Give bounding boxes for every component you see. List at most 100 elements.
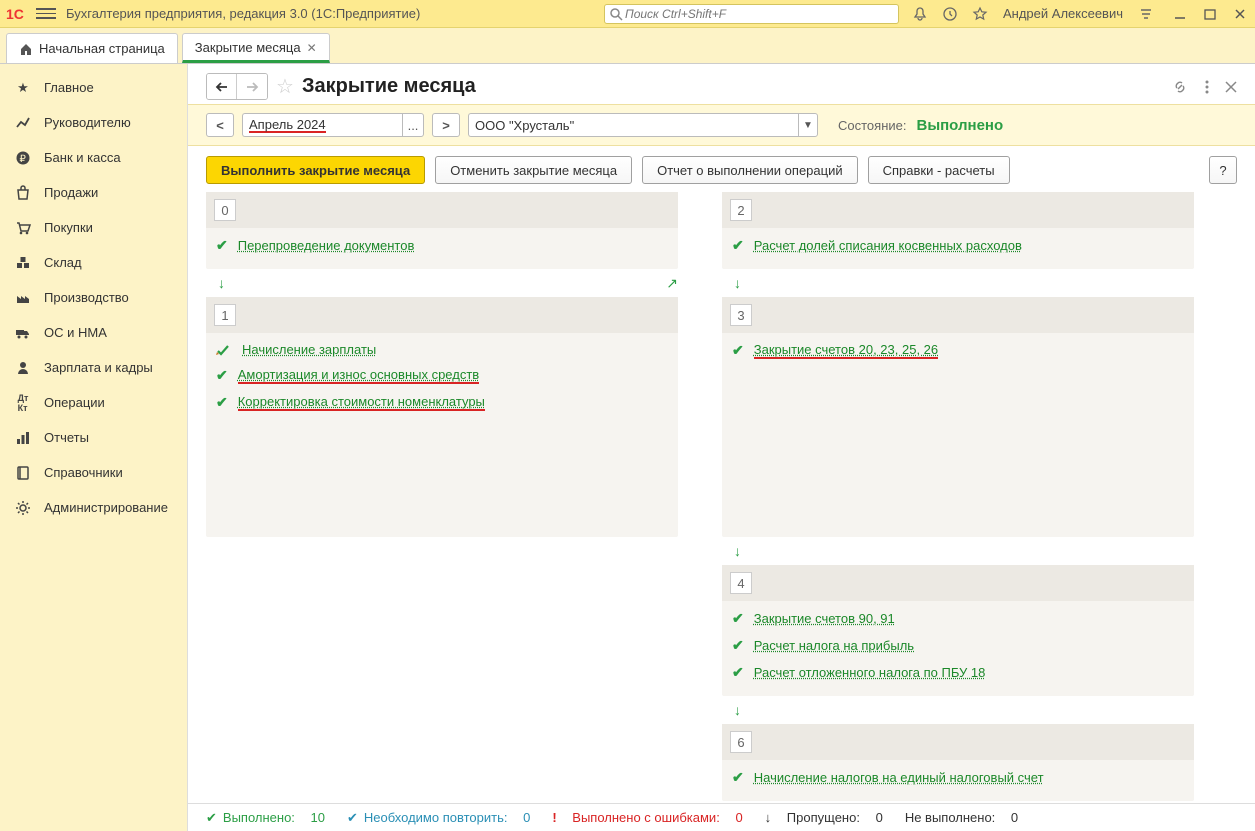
sidebar-item-main[interactable]: ★ Главное (0, 70, 187, 105)
sidebar-item-label: Отчеты (44, 430, 89, 445)
operation-link[interactable]: Расчет долей списания косвенных расходов (754, 238, 1022, 253)
check-icon: ✔ (732, 637, 744, 654)
sidebar-item-label: Зарплата и кадры (44, 360, 153, 375)
bag-icon (14, 184, 32, 202)
stage-column-left: 0 ✔Перепроведение документов ↓ ↗ 1 Начис (206, 192, 678, 801)
execute-button[interactable]: Выполнить закрытие месяца (206, 156, 425, 184)
operation-link[interactable]: Амортизация и износ основных средств (238, 367, 479, 384)
page-title: Закрытие месяца (302, 75, 476, 98)
tab-month-close[interactable]: Закрытие месяца ✕ (182, 33, 330, 63)
stage-1: 1 Начисление зарплаты ✔Амортизация и изн… (206, 297, 678, 537)
period-select-button[interactable]: ... (402, 113, 424, 137)
cart-icon (14, 219, 32, 237)
dk-icon: ДтКт (14, 394, 32, 412)
tab-close-icon[interactable]: ✕ (307, 41, 317, 55)
settings-menu-icon[interactable] (1137, 5, 1155, 23)
sidebar-item-production[interactable]: Производство (0, 280, 187, 315)
search-input[interactable] (623, 6, 894, 22)
sidebar-item-admin[interactable]: Администрирование (0, 490, 187, 525)
operation-link[interactable]: Перепроведение документов (238, 238, 415, 253)
report-button[interactable]: Отчет о выполнении операций (642, 156, 858, 184)
app-title: Бухгалтерия предприятия, редакция 3.0 (1… (66, 6, 420, 21)
organization-field[interactable]: ООО "Хрусталь" ▼ (468, 113, 818, 137)
title-bar: 1С Бухгалтерия предприятия, редакция 3.0… (0, 0, 1255, 28)
hamburger-icon[interactable] (36, 4, 56, 24)
sidebar-item-label: Операции (44, 395, 105, 410)
sidebar-item-sales[interactable]: Продажи (0, 175, 187, 210)
check-icon: ✔ (206, 810, 217, 826)
nav-forward-button[interactable] (237, 74, 267, 99)
sidebar-item-manager[interactable]: Руководителю (0, 105, 187, 140)
close-icon[interactable] (1231, 5, 1249, 23)
link-icon[interactable] (1171, 78, 1189, 96)
nav-back-button[interactable] (207, 74, 237, 99)
sidebar-item-hr[interactable]: Зарплата и кадры (0, 350, 187, 385)
nav-buttons (206, 73, 268, 100)
tab-label: Закрытие месяца (195, 40, 301, 55)
period-next-button[interactable]: > (432, 113, 460, 137)
sidebar-item-label: ОС и НМА (44, 325, 107, 340)
sidebar-item-reports[interactable]: Отчеты (0, 420, 187, 455)
page-header: ☆ Закрытие месяца (188, 64, 1255, 104)
favorite-star-icon[interactable]: ☆ (276, 74, 294, 99)
operation-link[interactable]: Начисление налогов на единый налоговый с… (754, 770, 1044, 785)
organization-dropdown-button[interactable]: ▼ (798, 113, 818, 137)
svg-text:1С: 1С (6, 6, 24, 22)
stage-0: 0 ✔Перепроведение документов (206, 192, 678, 269)
sidebar-item-label: Продажи (44, 185, 98, 200)
organization-value: ООО "Хрусталь" (475, 118, 574, 133)
sidebar-item-warehouse[interactable]: Склад (0, 245, 187, 280)
svg-text:₽: ₽ (20, 154, 27, 165)
history-icon[interactable] (941, 5, 959, 23)
help-button[interactable]: ? (1209, 156, 1237, 184)
sidebar-item-assets[interactable]: ОС и НМА (0, 315, 187, 350)
tab-home[interactable]: Начальная страница (6, 33, 178, 63)
star-icon[interactable] (971, 5, 989, 23)
status-not-done: Не выполнено: 0 (905, 810, 1018, 825)
operation-link[interactable]: Корректировка стоимости номенклатуры (238, 394, 485, 411)
status-errors: ! Выполнено с ошибками: 0 (552, 810, 742, 825)
cancel-button[interactable]: Отменить закрытие месяца (435, 156, 632, 184)
username[interactable]: Андрей Алексеевич (1003, 6, 1123, 21)
stage-number: 6 (730, 731, 752, 753)
sidebar-item-operations[interactable]: ДтКт Операции (0, 385, 187, 420)
content: ☆ Закрытие месяца < Апрель 2024 ... > ОО… (188, 64, 1255, 831)
check-icon: ✔ (732, 769, 744, 786)
sidebar-item-bank[interactable]: ₽ Банк и касса (0, 140, 187, 175)
sidebar-item-catalogs[interactable]: Справочники (0, 455, 187, 490)
operation-link[interactable]: Расчет отложенного налога по ПБУ 18 (754, 665, 986, 680)
operation-link[interactable]: Закрытие счетов 90, 91 (754, 611, 895, 626)
star-icon: ★ (14, 79, 32, 97)
operation-link[interactable]: Начисление зарплаты (242, 342, 376, 357)
check-icon: ✔ (216, 367, 228, 384)
close-page-icon[interactable] (1225, 81, 1237, 93)
sidebar-item-label: Производство (44, 290, 129, 305)
sidebar-item-label: Банк и касса (44, 150, 121, 165)
operation-link[interactable]: Закрытие счетов 20, 23, 25, 26 (754, 342, 938, 359)
arrow-down-icon: ↓ (722, 537, 1194, 565)
sidebar-item-label: Администрирование (44, 500, 168, 515)
check-icon: ✔ (347, 810, 358, 826)
app-logo-1c: 1С (6, 6, 28, 22)
ruble-icon: ₽ (14, 149, 32, 167)
minimize-icon[interactable] (1171, 5, 1189, 23)
global-search[interactable] (604, 4, 899, 24)
arrow-down-icon: ↓ (206, 269, 225, 297)
stage-6: 6 ✔ Начисление налогов на единый налоговы… (722, 724, 1194, 801)
toolbar: Выполнить закрытие месяца Отменить закры… (188, 146, 1255, 192)
operation-link[interactable]: Расчет налога на прибыль (754, 638, 914, 653)
more-icon[interactable] (1205, 79, 1209, 95)
sidebar-item-label: Справочники (44, 465, 123, 480)
refs-button[interactable]: Справки - расчеты (868, 156, 1010, 184)
status-bar: ✔Выполнено: 10 ✔Необходимо повторить: 0 … (188, 803, 1255, 831)
period-prev-button[interactable]: < (206, 113, 234, 137)
sidebar-item-label: Главное (44, 80, 94, 95)
period-field[interactable]: Апрель 2024 ... (242, 113, 424, 137)
check-icon: ✔ (216, 237, 228, 254)
maximize-icon[interactable] (1201, 5, 1219, 23)
check-pencil-icon (216, 343, 232, 357)
bell-icon[interactable] (911, 5, 929, 23)
tab-label: Начальная страница (39, 41, 165, 56)
stage-3: 3 ✔Закрытие счетов 20, 23, 25, 26 (722, 297, 1194, 537)
sidebar-item-purchases[interactable]: Покупки (0, 210, 187, 245)
